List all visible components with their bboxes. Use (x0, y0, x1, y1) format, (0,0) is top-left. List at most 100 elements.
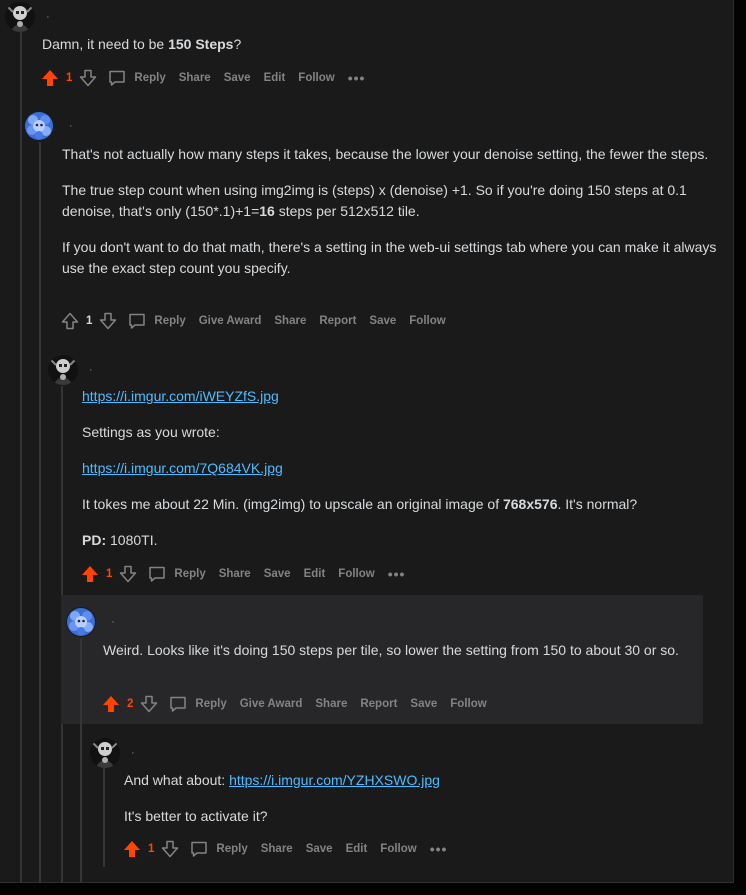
text-fragment: . It's normal? (557, 496, 638, 512)
follow-button[interactable]: Follow (450, 698, 486, 710)
comment-paragraph: https://i.imgur.com/iWEYZfS.jpg (82, 386, 722, 407)
comment-paragraph: And what about: https://i.imgur.com/YZHX… (124, 770, 714, 791)
give-award-button[interactable]: Give Award (240, 698, 303, 710)
thread-line[interactable] (103, 768, 105, 867)
upvote-arrow-icon[interactable] (122, 839, 142, 859)
vote-controls: 2 (101, 694, 159, 714)
vote-controls: 1 (122, 839, 180, 859)
vote-controls: 1 (60, 311, 118, 331)
blue-flower-avatar-icon[interactable] (66, 607, 96, 637)
text-fragment: It tokes me about 22 Min. (img2img) to u… (82, 496, 503, 512)
report-button[interactable]: Report (360, 698, 397, 710)
upvote-arrow-icon[interactable] (40, 68, 60, 88)
separator-dot: · (89, 364, 93, 376)
downvote-arrow-icon[interactable] (98, 311, 118, 331)
give-award-button[interactable]: Give Award (199, 315, 262, 327)
reply-button[interactable]: Reply (168, 694, 227, 714)
text-fragment: It's better to activate it? (124, 808, 268, 824)
save-button[interactable]: Save (369, 315, 396, 327)
comment-paragraph: It tokes me about 22 Min. (img2img) to u… (82, 494, 722, 515)
edit-button[interactable]: Edit (264, 72, 286, 84)
page-margin-right (734, 0, 746, 895)
speech-bubble-icon (107, 68, 134, 88)
share-button[interactable]: Share (261, 843, 293, 855)
follow-button[interactable]: Follow (338, 568, 374, 580)
reply-label: Reply (216, 843, 248, 855)
separator-dot: · (131, 747, 135, 759)
edit-button[interactable]: Edit (304, 568, 326, 580)
page-margin-bottom (0, 883, 746, 895)
blue-flower-avatar-icon[interactable] (24, 111, 54, 141)
imgur-link[interactable]: https://i.imgur.com/YZHXSWO.jpg (229, 772, 440, 788)
reply-button[interactable]: Reply (189, 839, 248, 859)
text-fragment: That's not actually how many steps it ta… (62, 146, 709, 162)
thread-line[interactable] (20, 32, 22, 883)
save-button[interactable]: Save (410, 698, 437, 710)
downvote-arrow-icon[interactable] (160, 839, 180, 859)
text-fragment: steps per 512x512 tile. (274, 203, 420, 219)
vote-count: 2 (127, 698, 134, 710)
comment-paragraph: That's not actually how many steps it ta… (62, 144, 722, 165)
comment-header: · (90, 738, 139, 768)
bold-text: 768x576 (502, 496, 558, 512)
upvote-arrow-icon[interactable] (101, 694, 121, 714)
text-fragment: Settings as you wrote: (82, 424, 220, 440)
speech-bubble-icon (127, 311, 154, 331)
skeleton-avatar-icon[interactable] (90, 738, 120, 768)
upvote-arrow-icon[interactable] (80, 564, 100, 584)
downvote-arrow-icon[interactable] (139, 694, 159, 714)
reply-button[interactable]: Reply (127, 311, 186, 331)
more-options-icon[interactable]: ••• (430, 841, 448, 857)
imgur-link[interactable]: https://i.imgur.com/iWEYZfS.jpg (82, 388, 279, 404)
bold-text: 150 Steps (168, 36, 234, 52)
comment-paragraph: https://i.imgur.com/7Q684VK.jpg (82, 458, 722, 479)
comment-header: · (24, 111, 77, 141)
share-button[interactable]: Share (179, 72, 211, 84)
imgur-link[interactable]: https://i.imgur.com/7Q684VK.jpg (82, 460, 283, 476)
follow-button[interactable]: Follow (298, 72, 334, 84)
comment-actions: 1 Reply Give Award Share Report Save Follow (60, 309, 459, 333)
follow-button[interactable]: Follow (380, 843, 416, 855)
skeleton-avatar-icon[interactable] (48, 355, 78, 385)
edit-button[interactable]: Edit (346, 843, 368, 855)
save-button[interactable]: Save (264, 568, 291, 580)
bold-text: 16 (259, 203, 275, 219)
downvote-arrow-icon[interactable] (78, 68, 98, 88)
comment-actions: 1 Reply Share Save Edit Follow ••• (122, 837, 447, 861)
reply-button[interactable]: Reply (147, 564, 206, 584)
comment-paragraph: Weird. Looks like it's doing 150 steps p… (103, 640, 693, 661)
comment-body: And what about: https://i.imgur.com/YZHX… (124, 770, 714, 827)
report-button[interactable]: Report (319, 315, 356, 327)
comment-header: · (66, 607, 119, 637)
vote-count: 1 (66, 72, 73, 84)
comment-actions: 1 Reply Share Save Edit Follow ••• (40, 66, 365, 90)
downvote-arrow-icon[interactable] (118, 564, 138, 584)
save-button[interactable]: Save (306, 843, 333, 855)
comment-paragraph: It's better to activate it? (124, 806, 714, 827)
bold-text: PD: (82, 532, 107, 548)
reply-label: Reply (174, 568, 206, 580)
vote-controls: 1 (40, 68, 98, 88)
speech-bubble-icon (147, 564, 174, 584)
share-button[interactable]: Share (315, 698, 347, 710)
thread-line[interactable] (80, 639, 82, 883)
more-options-icon[interactable]: ••• (348, 70, 366, 86)
save-button[interactable]: Save (224, 72, 251, 84)
text-fragment: If you don't want to do that math, there… (62, 239, 717, 276)
share-button[interactable]: Share (219, 568, 251, 580)
speech-bubble-icon (168, 694, 195, 714)
comment-header: · (5, 2, 54, 32)
more-options-icon[interactable]: ••• (388, 566, 406, 582)
comment-body: Damn, it need to be 150 Steps? (42, 34, 722, 55)
share-button[interactable]: Share (274, 315, 306, 327)
upvote-arrow-icon[interactable] (60, 311, 80, 331)
follow-button[interactable]: Follow (409, 315, 445, 327)
reply-label: Reply (154, 315, 186, 327)
comment-paragraph: The true step count when using img2img i… (62, 180, 722, 222)
text-fragment: Weird. Looks like it's doing 150 steps p… (103, 642, 679, 658)
skeleton-avatar-icon[interactable] (5, 2, 35, 32)
reply-label: Reply (134, 72, 166, 84)
comment-actions: 2 Reply Give Award Share Report Save Follow (101, 692, 500, 716)
thread-line[interactable] (39, 142, 41, 883)
reply-button[interactable]: Reply (107, 68, 166, 88)
